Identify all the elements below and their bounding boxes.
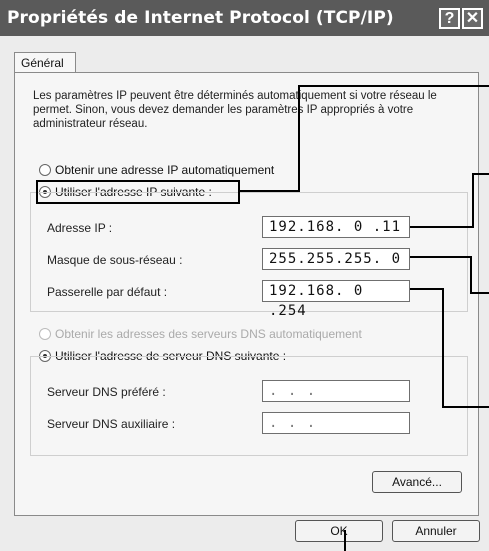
advanced-button[interactable]: Avancé... bbox=[372, 471, 462, 493]
ok-button[interactable]: OK bbox=[295, 520, 383, 542]
callout-line bbox=[470, 292, 489, 294]
ip-address-label: Adresse IP : bbox=[47, 221, 113, 235]
description-text: Les paramètres IP peuvent être déterminé… bbox=[33, 90, 437, 130]
radio-dns-auto-label: Obtenir les adresses des serveurs DNS au… bbox=[55, 327, 362, 341]
radio-dns-auto[interactable]: Obtenir les adresses des serveurs DNS au… bbox=[39, 327, 362, 341]
callout-line bbox=[298, 85, 300, 191]
callout-line bbox=[470, 256, 472, 294]
radio-ip-auto[interactable]: Obtenir une adresse IP automatiquement bbox=[39, 163, 274, 177]
callout-line bbox=[298, 85, 489, 87]
callout-line bbox=[238, 190, 300, 192]
callout-line bbox=[410, 226, 474, 228]
callout-line bbox=[472, 173, 474, 228]
help-button[interactable]: ? bbox=[439, 8, 460, 29]
callout-line bbox=[410, 256, 472, 258]
tab-general[interactable]: Général bbox=[14, 52, 76, 74]
gateway-input[interactable]: 192.168. 0 .254 bbox=[262, 280, 410, 319]
alternate-dns-label: Serveur DNS auxiliaire : bbox=[47, 417, 176, 431]
tcpip-properties-dialog: Propriétés de Internet Protocol (TCP/IP)… bbox=[0, 0, 489, 551]
callout-frame-manual-ip bbox=[36, 180, 240, 204]
ip-address-input[interactable]: 192.168. 0 .11 bbox=[262, 216, 410, 238]
radio-ip-auto-label: Obtenir une adresse IP automatiquement bbox=[55, 163, 275, 177]
alternate-dns-input[interactable]: . . . bbox=[262, 412, 410, 434]
callout-line bbox=[472, 173, 489, 175]
callout-line bbox=[410, 288, 444, 290]
window-title: Propriétés de Internet Protocol (TCP/IP) bbox=[7, 8, 394, 28]
preferred-dns-input[interactable]: . . . bbox=[262, 380, 410, 402]
callout-line bbox=[442, 288, 444, 408]
radio-dns-auto-indicator[interactable] bbox=[39, 328, 51, 340]
close-button[interactable]: ✕ bbox=[462, 8, 483, 29]
radio-ip-auto-indicator[interactable] bbox=[39, 164, 51, 176]
preferred-dns-label: Serveur DNS préféré : bbox=[47, 385, 166, 399]
cancel-button[interactable]: Annuler bbox=[392, 520, 480, 542]
dns-group-frame bbox=[30, 356, 468, 456]
gateway-label: Passerelle par défaut : bbox=[47, 285, 168, 299]
subnet-mask-input[interactable]: 255.255.255. 0 bbox=[262, 248, 410, 270]
title-bar: Propriétés de Internet Protocol (TCP/IP)… bbox=[0, 0, 489, 36]
callout-line bbox=[344, 530, 346, 551]
subnet-mask-label: Masque de sous-réseau : bbox=[47, 253, 183, 267]
callout-line bbox=[442, 406, 489, 408]
